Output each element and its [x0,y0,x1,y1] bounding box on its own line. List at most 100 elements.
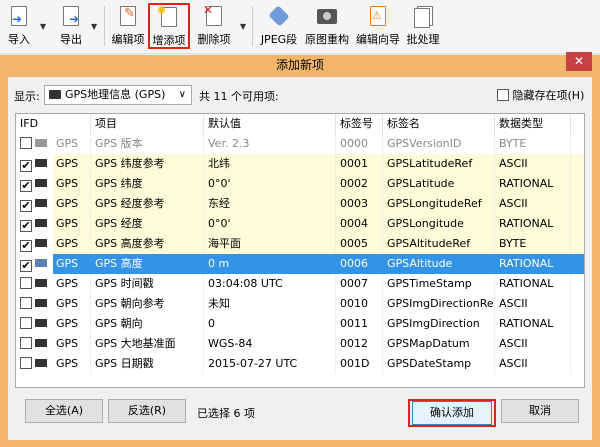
export-dropdown-icon[interactable]: ▼ [91,22,97,31]
column-header[interactable]: 标签名 [383,114,495,134]
table-row[interactable]: GPS GPS 大地基准面 WGS-84 0012 GPSMapDatum ASCII [16,334,584,354]
available-count: 共 11 个可用项: [199,90,279,103]
table-row[interactable]: ✔ GPS GPS 高度 0 m 0006 GPSAltitude RATIONAL [16,254,584,274]
table-row[interactable]: ✔ GPS GPS 经度 0°0' 0004 GPSLongitude RATIONAL [16,214,584,234]
rebuild-button[interactable]: 原图重构 [303,4,351,48]
ifd-cell: ✔ GPS [16,194,91,214]
row-checkbox[interactable] [20,297,32,309]
close-button[interactable]: ✕ [566,52,592,71]
batch-button[interactable]: 批处理 [404,4,442,48]
table-row[interactable]: ✔ GPS GPS 高度参考 海平面 0005 GPSAltitudeRef BYTE [16,234,584,254]
text-type-icon [35,299,47,307]
filler-cell [571,214,584,234]
table-row[interactable]: ✔ GPS GPS 纬度 0°0' 0002 GPSLatitude RATIONAL [16,174,584,194]
confirm-add-button[interactable]: 确认添加 [412,401,492,425]
dtype-cell: ASCII [495,154,571,174]
default-cell: 海平面 [204,234,336,254]
default-cell: WGS-84 [204,334,336,354]
dtype-cell: BYTE [495,234,571,254]
tag-icon [268,5,290,28]
row-checkbox[interactable]: ✔ [20,160,32,172]
dtype-cell: ASCII [495,194,571,214]
tag-cell: 0003 [336,194,383,214]
dtype-cell: ASCII [495,354,571,374]
row-checkbox[interactable]: ✔ [20,180,32,192]
name-cell: GPSImgDirection [383,314,495,334]
row-checkbox[interactable] [20,357,32,369]
item-cell: GPS 纬度 [91,174,204,194]
row-checkbox[interactable] [20,317,32,329]
table-row[interactable]: GPS GPS 版本 Ver. 2.3 0000 GPSVersionID BYTE [16,134,584,154]
name-cell: GPSLongitudeRef [383,194,495,214]
table-row[interactable]: ✔ GPS GPS 经度参考 东经 0003 GPSLongitudeRef ASCII [16,194,584,214]
default-cell: 0 [204,314,336,334]
row-checkbox[interactable]: ✔ [20,240,32,252]
filler-cell [571,314,584,334]
import-button[interactable]: ➜ 导入 [4,4,34,48]
ifd-cell: ✔ GPS [16,234,91,254]
tag-cell: 0005 [336,234,383,254]
item-cell: GPS 朝向参考 [91,294,204,314]
edit-wizard-button[interactable]: ⚠ 编辑向导 [354,4,402,48]
text-type-icon [35,339,47,347]
table-row[interactable]: GPS GPS 朝向参考 未知 0010 GPSImgDirectionRef ASCII [16,294,584,314]
tag-cell: 0012 [336,334,383,354]
separator [252,6,253,46]
row-checkbox[interactable]: ✔ [20,220,32,232]
table-row[interactable]: GPS GPS 时间戳 03:04:08 UTC 0007 GPSTimeStamp RA… [16,274,584,294]
default-cell: 北纬 [204,154,336,174]
checkbox[interactable] [497,89,509,101]
ifd-cell: GPS [16,314,91,334]
edit-item-button[interactable]: ✎ 编辑项 [110,4,146,48]
column-header[interactable]: 默认值 [204,114,336,134]
column-header[interactable]: 标签号 [336,114,383,134]
tag-cell: 001D [336,354,383,374]
name-cell: GPSVersionID [383,134,495,154]
column-header[interactable]: IFD [16,114,91,134]
edit-item-label: 编辑项 [111,33,145,46]
close-icon: ✕ [573,54,585,68]
ifd-value: GPS [56,357,79,370]
dtype-cell: RATIONAL [495,174,571,194]
hide-existing-checkbox[interactable]: 隐藏存在项(H) [497,87,584,103]
add-item-button[interactable]: ✺ 增添项 [148,3,190,49]
column-header[interactable] [571,114,584,134]
ifd-cell: GPS [16,134,91,154]
column-header[interactable]: 数据类型 [495,114,571,134]
export-button[interactable]: ➜ 导出 [56,4,86,48]
column-header[interactable]: 项目 [91,114,204,134]
row-checkbox[interactable] [20,277,32,289]
item-cell: GPS 纬度参考 [91,154,204,174]
row-checkbox[interactable]: ✔ [20,200,32,212]
row-checkbox[interactable] [20,137,32,149]
invert-selection-button[interactable]: 反选(R) [108,399,186,423]
table-row[interactable]: ✔ GPS GPS 纬度参考 北纬 0001 GPSLatitudeRef ASCII [16,154,584,174]
item-cell: GPS 版本 [91,134,204,154]
ifd-value: GPS [56,297,79,310]
category-select[interactable]: GPS地理信息 (GPS) ∨ [44,85,192,105]
ifd-value: GPS [56,137,79,150]
item-cell: GPS 高度 [91,254,204,274]
filler-cell [571,194,584,214]
item-cell: GPS 日期戳 [91,354,204,374]
name-cell: GPSAltitudeRef [383,234,495,254]
delete-dropdown-icon[interactable]: ▼ [240,22,246,31]
row-checkbox[interactable]: ✔ [20,260,32,272]
tag-cell: 0007 [336,274,383,294]
item-cell: GPS 经度参考 [91,194,204,214]
row-checkbox[interactable] [20,337,32,349]
ifd-cell: GPS [16,354,91,374]
import-dropdown-icon[interactable]: ▼ [40,22,46,31]
table-row[interactable]: GPS GPS 日期戳 2015-07-27 UTC 001D GPSDateStamp… [16,354,584,374]
name-cell: GPSAltitude [383,254,495,274]
cancel-button[interactable]: 取消 [501,399,579,423]
table-row[interactable]: GPS GPS 朝向 0 0011 GPSImgDirection RATIONAL [16,314,584,334]
delete-item-button[interactable]: ✕ 删除项 [194,3,234,48]
export-label: 导出 [60,33,82,46]
select-all-button[interactable]: 全选(A) [25,399,103,423]
export-icon: ➜ [61,6,81,28]
show-label: 显示: [14,90,40,103]
ifd-cell: GPS [16,274,91,294]
text-type-icon [35,199,47,207]
jpeg-segment-button[interactable]: JPEG段 [257,4,301,48]
